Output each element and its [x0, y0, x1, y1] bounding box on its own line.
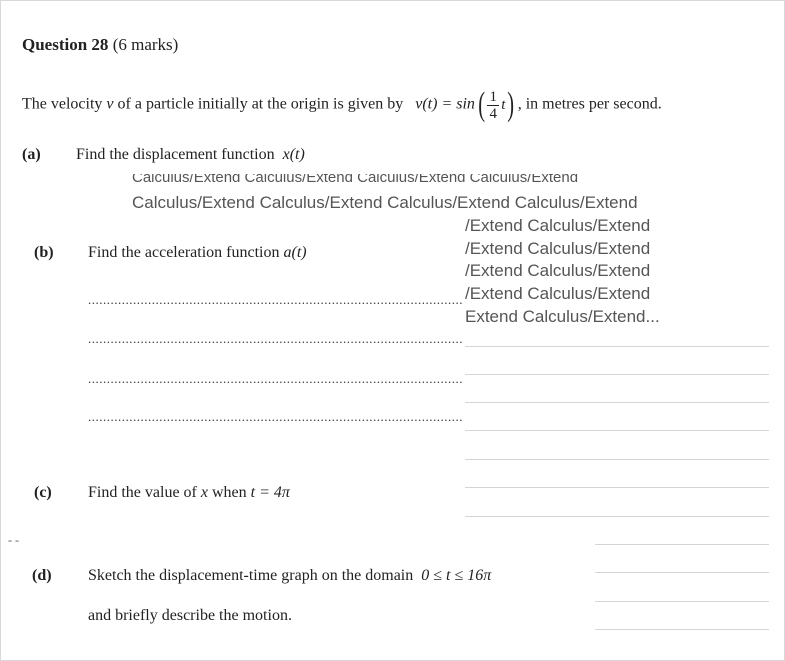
part-c-label: (c) [34, 484, 52, 501]
overlay-row-3: /Extend Calculus/Extend [465, 239, 651, 258]
part-d-prompt: Sketch the displacement-time graph on th… [88, 567, 414, 584]
part-c-var: x [200, 484, 208, 501]
part-a-label: (a) [22, 146, 41, 163]
answer-rule [595, 572, 769, 573]
answer-line-dotted: ........................................… [88, 331, 464, 346]
answer-rule [465, 430, 769, 431]
part-b-text: Find the acceleration function a(t) [88, 244, 307, 262]
answer-rule [465, 374, 769, 375]
part-d-line2: and briefly describe the motion. [88, 607, 292, 624]
intro-units: , in metres per second. [517, 95, 662, 113]
answer-rule [465, 459, 769, 460]
fraction-expression: (1 4 t) [478, 86, 515, 123]
velocity-function: v(t) = sin [415, 95, 475, 113]
answer-rule [595, 544, 769, 545]
part-c-condition: t = 4π [250, 484, 290, 501]
margin-dash-mark: - - [8, 533, 19, 547]
part-c-text: Find the value of x when t = 4π [88, 484, 290, 502]
answer-rule [595, 629, 769, 630]
answer-rule [465, 402, 769, 403]
part-b-prompt: Find the acceleration function [88, 244, 280, 261]
overlay-row-2: /Extend Calculus/Extend [465, 216, 651, 235]
answer-rule [595, 601, 769, 602]
answer-line-dotted: ........................................… [88, 409, 464, 424]
question-intro: The velocity v of a particle initially a… [22, 88, 662, 122]
answer-line-dotted: ........................................… [88, 292, 464, 307]
intro-text: The velocity [22, 95, 103, 113]
answer-rule [465, 516, 769, 517]
part-c-prompt: Find the value of [88, 484, 197, 501]
overlay-row-5: /Extend Calculus/Extend [465, 284, 651, 303]
intro-var-v: v [106, 95, 114, 113]
question-number: Question 28 [22, 35, 109, 54]
question-marks: (6 marks) [112, 35, 179, 54]
overlay-cut-row: Calculus/Extend Calculus/Extend Calculus… [132, 174, 579, 184]
part-a-text: Find the displacement function x(t) [76, 146, 305, 164]
frac-var: t [501, 96, 506, 113]
part-b-label: (b) [34, 244, 54, 261]
overlay-row-1: Calculus/Extend Calculus/Extend Calculus… [132, 193, 638, 212]
part-c-when: when [211, 484, 247, 501]
part-d-domain: 0 ≤ t ≤ 16π [421, 567, 492, 584]
part-a-prompt: Find the displacement function [76, 146, 275, 163]
answer-rule [465, 346, 769, 347]
answer-rule [465, 487, 769, 488]
answer-line-dotted: ........................................… [88, 371, 464, 386]
overlay-row-6: Extend Calculus/Extend... [465, 307, 660, 326]
part-a-expr: x(t) [282, 146, 305, 163]
part-d-label: (d) [32, 567, 52, 584]
intro-text-mid: of a particle initially at the origin is… [117, 95, 404, 113]
overlay-row-4: /Extend Calculus/Extend [465, 261, 651, 280]
frac-denominator: 4 [489, 105, 497, 122]
frac-numerator: 1 [489, 88, 497, 105]
part-b-expr: a(t) [283, 244, 307, 261]
part-d-line1: Sketch the displacement-time graph on th… [88, 567, 491, 585]
question-title: Question 28 (6 marks) [22, 35, 178, 55]
